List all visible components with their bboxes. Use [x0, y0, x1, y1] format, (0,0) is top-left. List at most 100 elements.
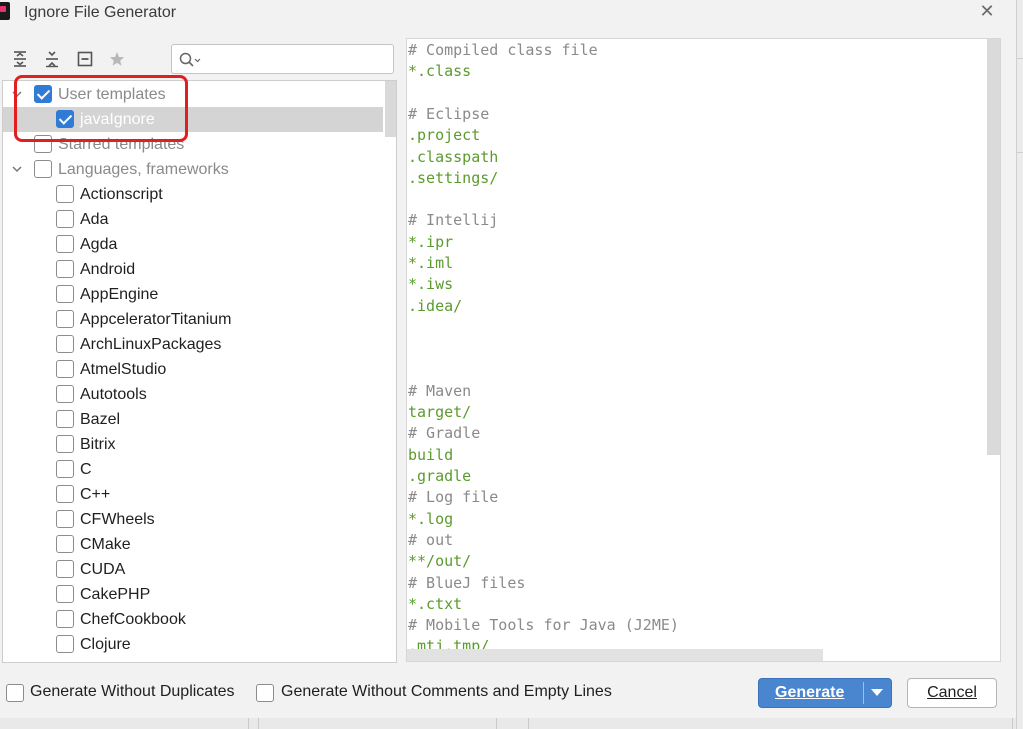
code-entry-line: *.iml [408, 254, 454, 272]
language-checkbox[interactable] [56, 535, 74, 553]
code-entry-line: build [408, 445, 454, 464]
cancel-button-label: Cancel [927, 684, 977, 701]
language-label: Bitrix [80, 436, 116, 453]
app-logo-icon [0, 2, 10, 20]
code-entry-line: **/out/ [408, 552, 472, 571]
language-label: AppEngine [80, 286, 159, 303]
expand-all-icon[interactable] [11, 50, 29, 68]
code-comment-line: # Log file [408, 488, 499, 507]
tree-node-language[interactable]: CFWheels [3, 507, 383, 532]
background-window-right [1016, 0, 1023, 729]
language-label: Ada [80, 211, 109, 228]
tree-node-javaignore[interactable]: javaIgnore [3, 107, 383, 132]
generate-button[interactable]: Generate [758, 678, 892, 708]
language-label: AppceleratorTitanium [80, 311, 232, 328]
search-input[interactable] [171, 44, 394, 74]
tree-node-language[interactable]: Ada [3, 207, 383, 232]
preview-vertical-scrollbar[interactable] [987, 39, 1000, 455]
tree-node-language[interactable]: C [3, 457, 383, 482]
tree-node-language[interactable]: CakePHP [3, 582, 383, 607]
code-comment-line: # out [408, 530, 454, 549]
collapse-icon[interactable] [76, 50, 94, 68]
tree-scrollbar[interactable] [385, 81, 396, 137]
language-checkbox[interactable] [56, 610, 74, 628]
tree-node-starred-templates[interactable]: Starred templates [3, 132, 383, 157]
language-label: Clojure [80, 636, 131, 653]
no-comments-label[interactable]: Generate Without Comments and Empty Line… [281, 683, 612, 701]
tree-node-language[interactable]: C++ [3, 482, 383, 507]
language-checkbox[interactable] [56, 385, 74, 403]
language-label: C++ [80, 486, 111, 503]
tree-node-language[interactable]: ArchLinuxPackages [3, 332, 383, 357]
generate-button-label: Generate [775, 684, 845, 701]
languages-frameworks-checkbox[interactable] [34, 160, 52, 178]
tree-node-language[interactable]: Android [3, 257, 383, 282]
language-checkbox[interactable] [56, 185, 74, 203]
no-duplicates-checkbox[interactable] [6, 684, 24, 702]
dropdown-arrow-icon[interactable] [871, 689, 883, 696]
code-entry-line: *.iws [408, 275, 454, 294]
chevron-down-icon[interactable] [11, 163, 23, 175]
tree-node-language[interactable]: Bitrix [3, 432, 383, 457]
code-comment-line: # Eclipse [408, 104, 490, 123]
tree-node-language[interactable]: Bazel [3, 407, 383, 432]
tree-node-language[interactable]: Agda [3, 232, 383, 257]
tree-node-user-templates[interactable]: User templates [3, 82, 383, 107]
language-checkbox[interactable] [56, 310, 74, 328]
tree-node-language[interactable]: Actionscript [3, 182, 383, 207]
language-checkbox[interactable] [56, 260, 74, 278]
language-label: CFWheels [80, 511, 155, 528]
tree-node-language[interactable]: AppceleratorTitanium [3, 307, 383, 332]
tree-node-language[interactable]: CUDA [3, 557, 383, 582]
language-checkbox[interactable] [56, 235, 74, 253]
language-checkbox[interactable] [56, 485, 74, 503]
language-checkbox[interactable] [56, 560, 74, 578]
close-icon[interactable]: ✕ [978, 2, 996, 20]
no-duplicates-label[interactable]: Generate Without Duplicates [30, 683, 235, 701]
split-divider [863, 682, 864, 704]
preview-horizontal-scrollbar[interactable] [407, 649, 823, 661]
cancel-button[interactable]: Cancel [907, 678, 997, 708]
language-checkbox[interactable] [56, 210, 74, 228]
code-entry-line: .gradle [408, 467, 472, 485]
tree-node-language[interactable]: AppEngine [3, 282, 383, 307]
user-templates-label: User templates [58, 86, 166, 103]
tree-node-language[interactable]: Autotools [3, 382, 383, 407]
language-checkbox[interactable] [56, 635, 74, 653]
language-checkbox[interactable] [56, 285, 74, 303]
tree-node-languages-frameworks[interactable]: Languages, frameworks [3, 157, 383, 182]
no-comments-checkbox[interactable] [256, 684, 274, 702]
language-checkbox[interactable] [56, 585, 74, 603]
code-entry-line: target/ [408, 403, 472, 422]
tree-node-language[interactable]: CMake [3, 532, 383, 557]
tree-node-language[interactable]: AtmelStudio [3, 357, 383, 382]
language-checkbox[interactable] [56, 335, 74, 353]
star-icon[interactable] [108, 50, 126, 68]
gitignore-preview[interactable]: # Compiled class file *.class # Eclipse .pr… [406, 38, 1001, 662]
collapse-all-icon[interactable] [43, 50, 61, 68]
code-entry-line: .settings/ [408, 168, 499, 187]
code-entry-line: .idea/ [408, 296, 463, 315]
language-label: Agda [80, 236, 118, 253]
language-label: Autotools [80, 386, 147, 403]
language-checkbox[interactable] [56, 510, 74, 528]
language-checkbox[interactable] [56, 410, 74, 428]
tree-node-language[interactable]: Clojure [3, 632, 383, 657]
javaignore-checkbox[interactable] [56, 110, 74, 128]
language-checkbox[interactable] [56, 360, 74, 378]
language-label: ChefCookbook [80, 611, 186, 628]
chevron-down-icon[interactable] [11, 88, 23, 100]
language-checkbox[interactable] [56, 435, 74, 453]
dialog-title: Ignore File Generator [24, 4, 177, 21]
code-entry-line: .project [408, 126, 481, 145]
user-templates-checkbox[interactable] [34, 85, 52, 103]
languages-frameworks-label: Languages, frameworks [58, 161, 229, 178]
code-comment-line: # BlueJ files [408, 573, 526, 592]
language-checkbox[interactable] [56, 460, 74, 478]
language-label: Android [80, 261, 136, 278]
ignore-file-generator-dialog: Ignore File Generator ✕ User templates j… [0, 0, 1016, 718]
starred-templates-checkbox[interactable] [34, 135, 52, 153]
code-comment-line: # Compiled class file [408, 41, 598, 59]
code-comment-line: # Maven [408, 381, 472, 400]
tree-node-language[interactable]: ChefCookbook [3, 607, 383, 632]
